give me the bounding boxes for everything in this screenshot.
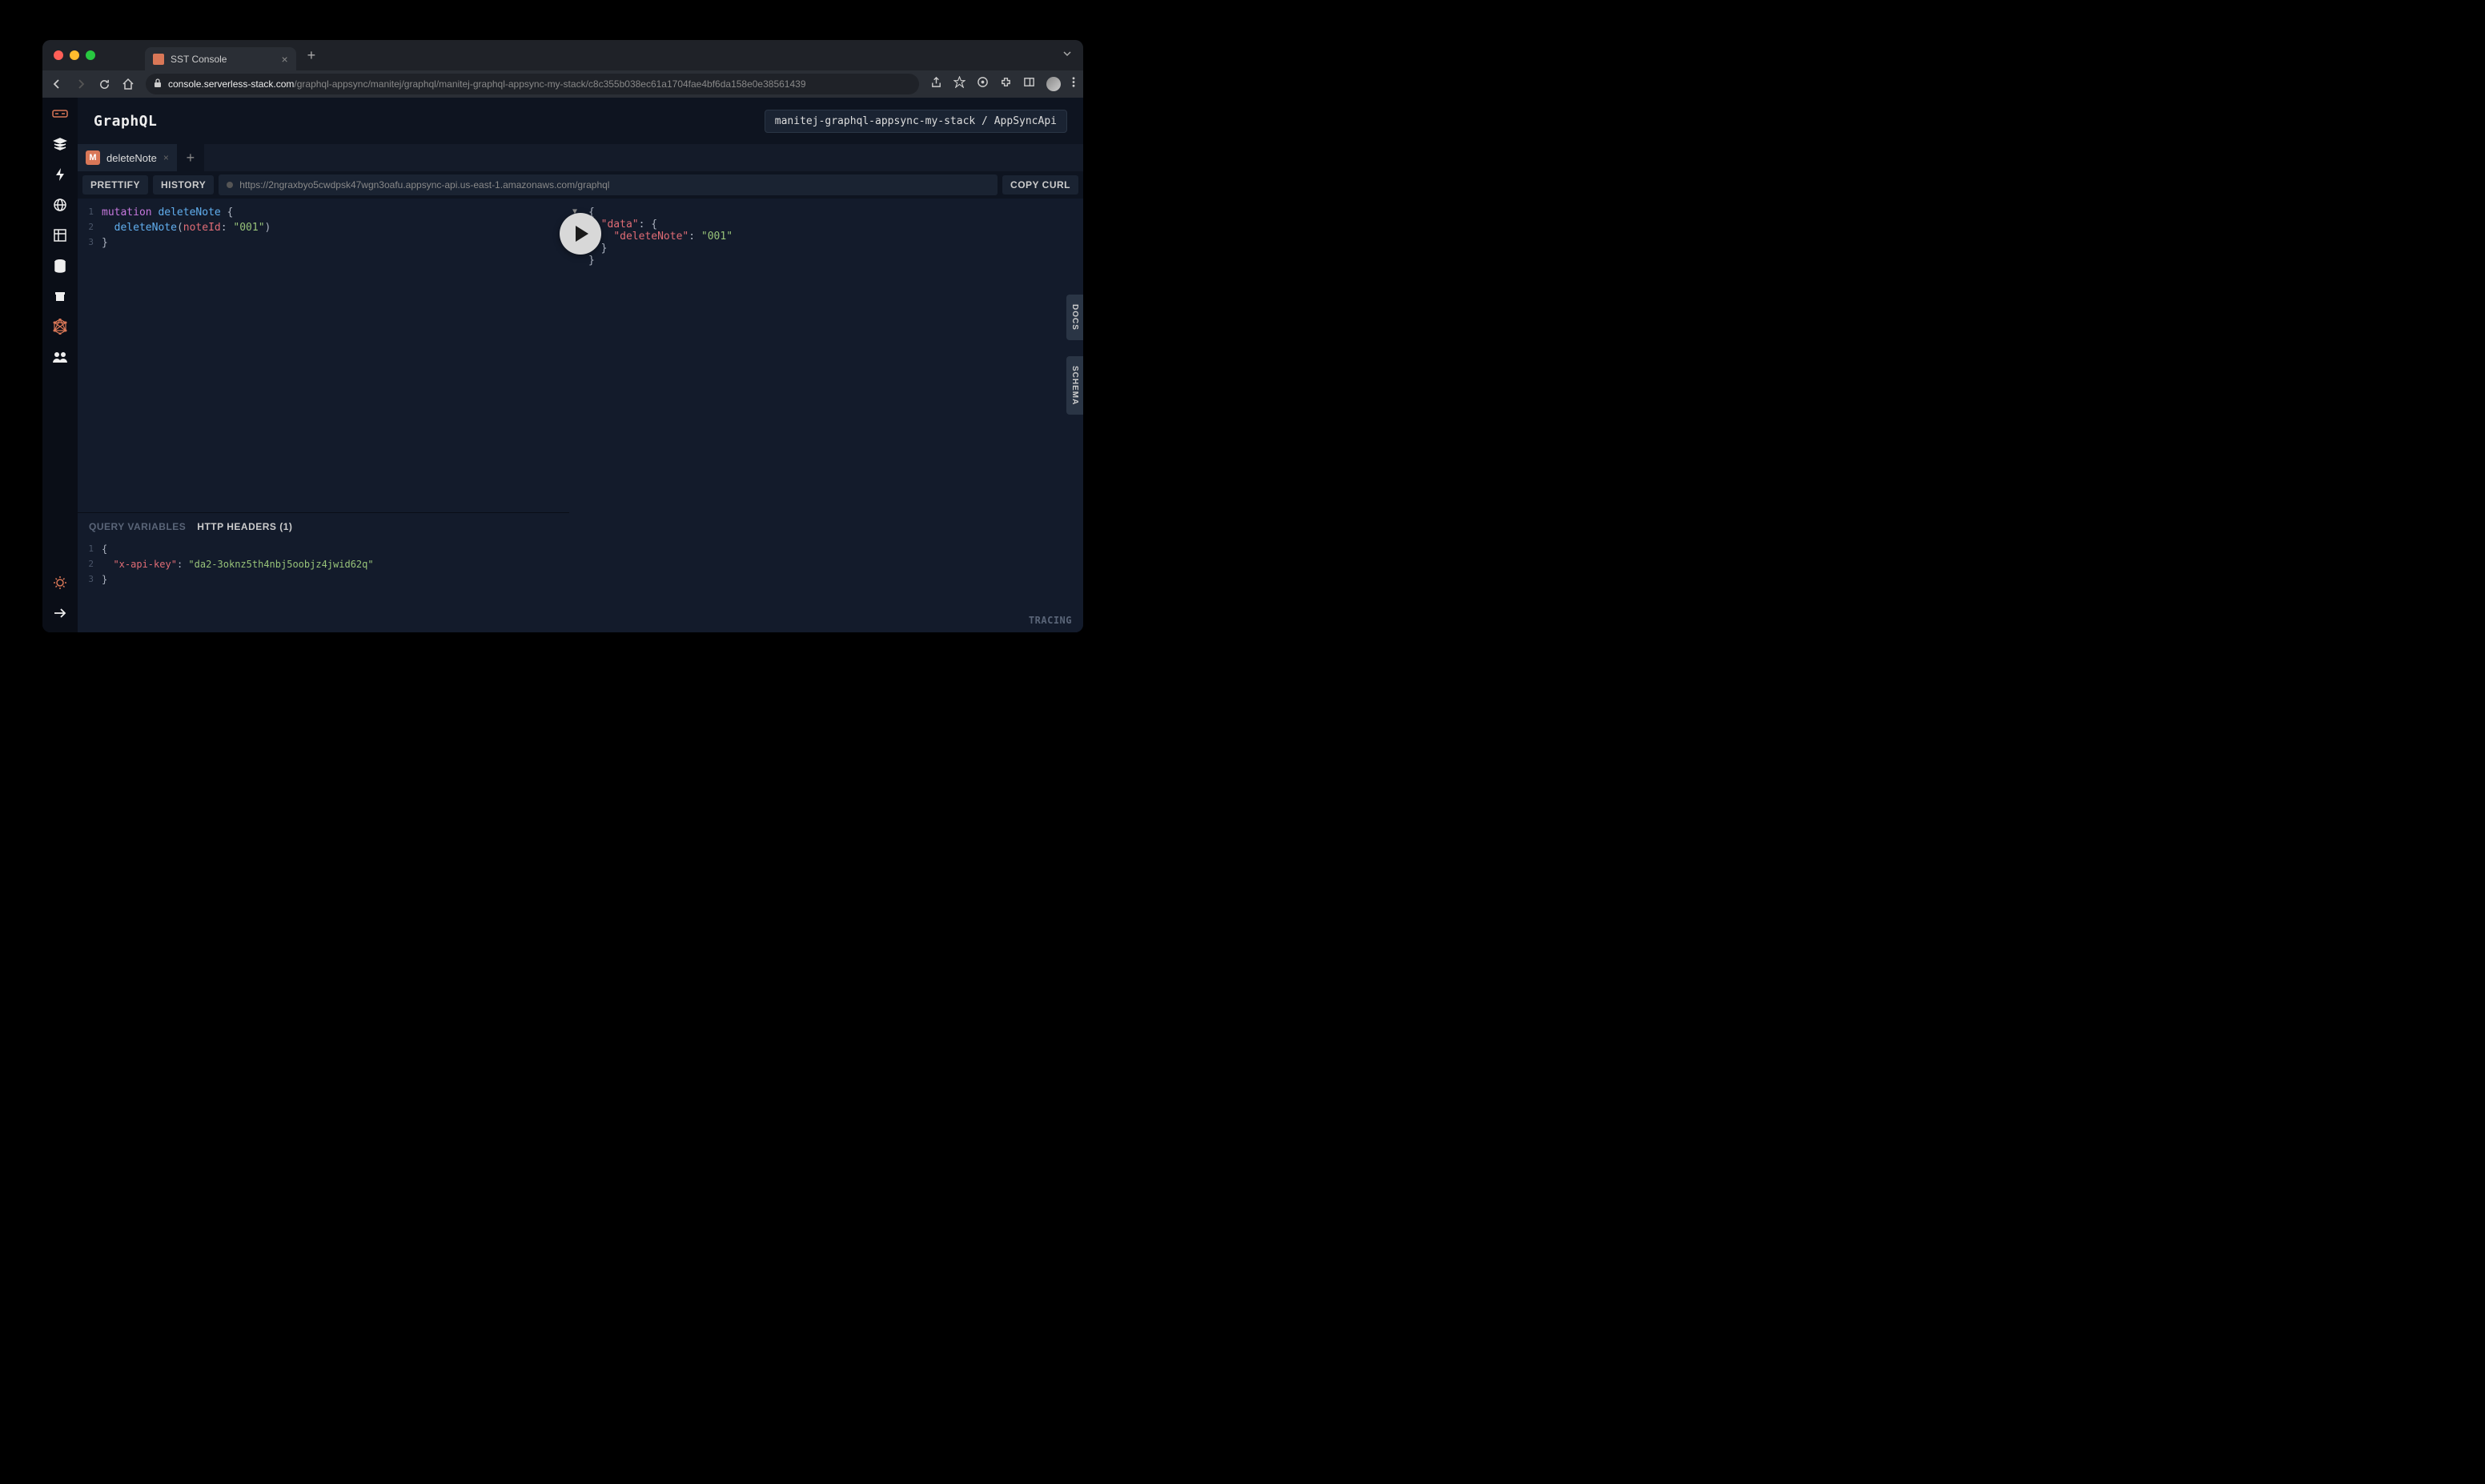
- address-bar: console.serverless-stack.com/graphql-app…: [42, 70, 1083, 98]
- profile-avatar[interactable]: [1046, 77, 1061, 91]
- sidebar-cognito-icon[interactable]: [52, 349, 68, 365]
- side-panel-icon[interactable]: [1023, 76, 1035, 92]
- prettify-button[interactable]: PRETTIFY: [82, 175, 148, 195]
- close-window-button[interactable]: [54, 50, 63, 60]
- tab-close-button[interactable]: ×: [281, 53, 287, 66]
- graphql-toolbar: PRETTIFY HISTORY https://2ngraxbyo5cwdps…: [78, 171, 1083, 199]
- sidebar-stacks-icon[interactable]: [52, 136, 68, 152]
- browser-window: SST Console × + console.serverless-stack…: [42, 40, 1083, 632]
- query-tab-deletenote[interactable]: M deleteNote ×: [78, 144, 177, 171]
- sidebar-api-icon[interactable]: [52, 197, 68, 213]
- browser-tab[interactable]: SST Console ×: [145, 47, 296, 71]
- history-button[interactable]: HISTORY: [153, 175, 214, 195]
- variables-panel: QUERY VARIABLES HTTP HEADERS (1) 1{ 2 "x…: [78, 512, 569, 632]
- menu-icon[interactable]: [1072, 76, 1075, 92]
- new-tab-button[interactable]: +: [307, 47, 316, 64]
- forward-button[interactable]: [74, 78, 87, 90]
- endpoint-url: https://2ngraxbyo5cwdpsk47wgn3oafu.appsy…: [239, 179, 609, 191]
- extensions-icon[interactable]: [1000, 76, 1012, 92]
- url-box[interactable]: console.serverless-stack.com/graphql-app…: [146, 74, 919, 94]
- titlebar: SST Console × +: [42, 40, 1083, 70]
- sidebar-rds-icon[interactable]: [52, 227, 68, 243]
- sidebar-local-icon[interactable]: [52, 106, 68, 122]
- page-header: GraphQL manitej-graphql-appsync-my-stack…: [78, 98, 1083, 144]
- sidebar: [42, 98, 78, 632]
- endpoint-field[interactable]: https://2ngraxbyo5cwdpsk47wgn3oafu.appsy…: [219, 174, 998, 195]
- minimize-window-button[interactable]: [70, 50, 79, 60]
- tab-http-headers[interactable]: HTTP HEADERS (1): [197, 521, 292, 532]
- graphql-body: 1mutation deleteNote { 2 deleteNote(note…: [78, 199, 1083, 632]
- sidebar-collapse-icon[interactable]: [52, 605, 68, 621]
- tab-query-variables[interactable]: QUERY VARIABLES: [89, 521, 186, 532]
- mutation-badge: M: [86, 150, 100, 165]
- sidebar-dynamodb-icon[interactable]: [52, 258, 68, 274]
- app: GraphQL manitej-graphql-appsync-my-stack…: [42, 98, 1083, 632]
- back-button[interactable]: [50, 78, 63, 90]
- home-button[interactable]: [122, 78, 134, 90]
- docs-tab[interactable]: DOCS: [1066, 295, 1083, 340]
- add-query-tab-button[interactable]: +: [177, 144, 204, 171]
- main: GraphQL manitej-graphql-appsync-my-stack…: [78, 98, 1083, 632]
- query-tab-close[interactable]: ×: [163, 152, 169, 163]
- result-pane[interactable]: ▼ { "data": { "deleteNote": "001" } } TR…: [569, 199, 1083, 632]
- copy-curl-button[interactable]: COPY CURL: [1002, 175, 1078, 195]
- query-tab-name: deleteNote: [106, 152, 157, 164]
- breadcrumb[interactable]: manitej-graphql-appsync-my-stack / AppSy…: [765, 110, 1067, 133]
- adblock-icon[interactable]: [977, 76, 989, 92]
- traffic-lights: [54, 50, 95, 60]
- lock-icon: [154, 78, 162, 90]
- schema-tab[interactable]: SCHEMA: [1066, 356, 1083, 415]
- sidebar-theme-icon[interactable]: [52, 575, 68, 591]
- bookmark-icon[interactable]: [953, 76, 965, 92]
- share-icon[interactable]: [930, 76, 942, 92]
- sidebar-buckets-icon[interactable]: [52, 288, 68, 304]
- sst-favicon: [153, 54, 164, 65]
- headers-editor[interactable]: 1{ 2 "x-api-key": "da2-3oknz5th4nbj5oobj…: [78, 540, 569, 632]
- endpoint-status-dot: [227, 182, 233, 188]
- execute-button[interactable]: [560, 213, 601, 255]
- sidebar-functions-icon[interactable]: [52, 166, 68, 182]
- browser-tab-title: SST Console: [171, 54, 227, 65]
- chevron-down-icon[interactable]: [1062, 48, 1072, 62]
- url-text: console.serverless-stack.com/graphql-app…: [168, 78, 806, 90]
- query-tabs: M deleteNote × +: [78, 144, 1083, 171]
- maximize-window-button[interactable]: [86, 50, 95, 60]
- tracing-button[interactable]: TRACING: [1018, 608, 1083, 632]
- page-title: GraphQL: [94, 113, 157, 130]
- query-editor[interactable]: 1mutation deleteNote { 2 deleteNote(note…: [78, 199, 569, 512]
- reload-button[interactable]: [98, 78, 110, 90]
- sidebar-graphql-icon[interactable]: [52, 319, 68, 335]
- query-editor-pane: 1mutation deleteNote { 2 deleteNote(note…: [78, 199, 569, 632]
